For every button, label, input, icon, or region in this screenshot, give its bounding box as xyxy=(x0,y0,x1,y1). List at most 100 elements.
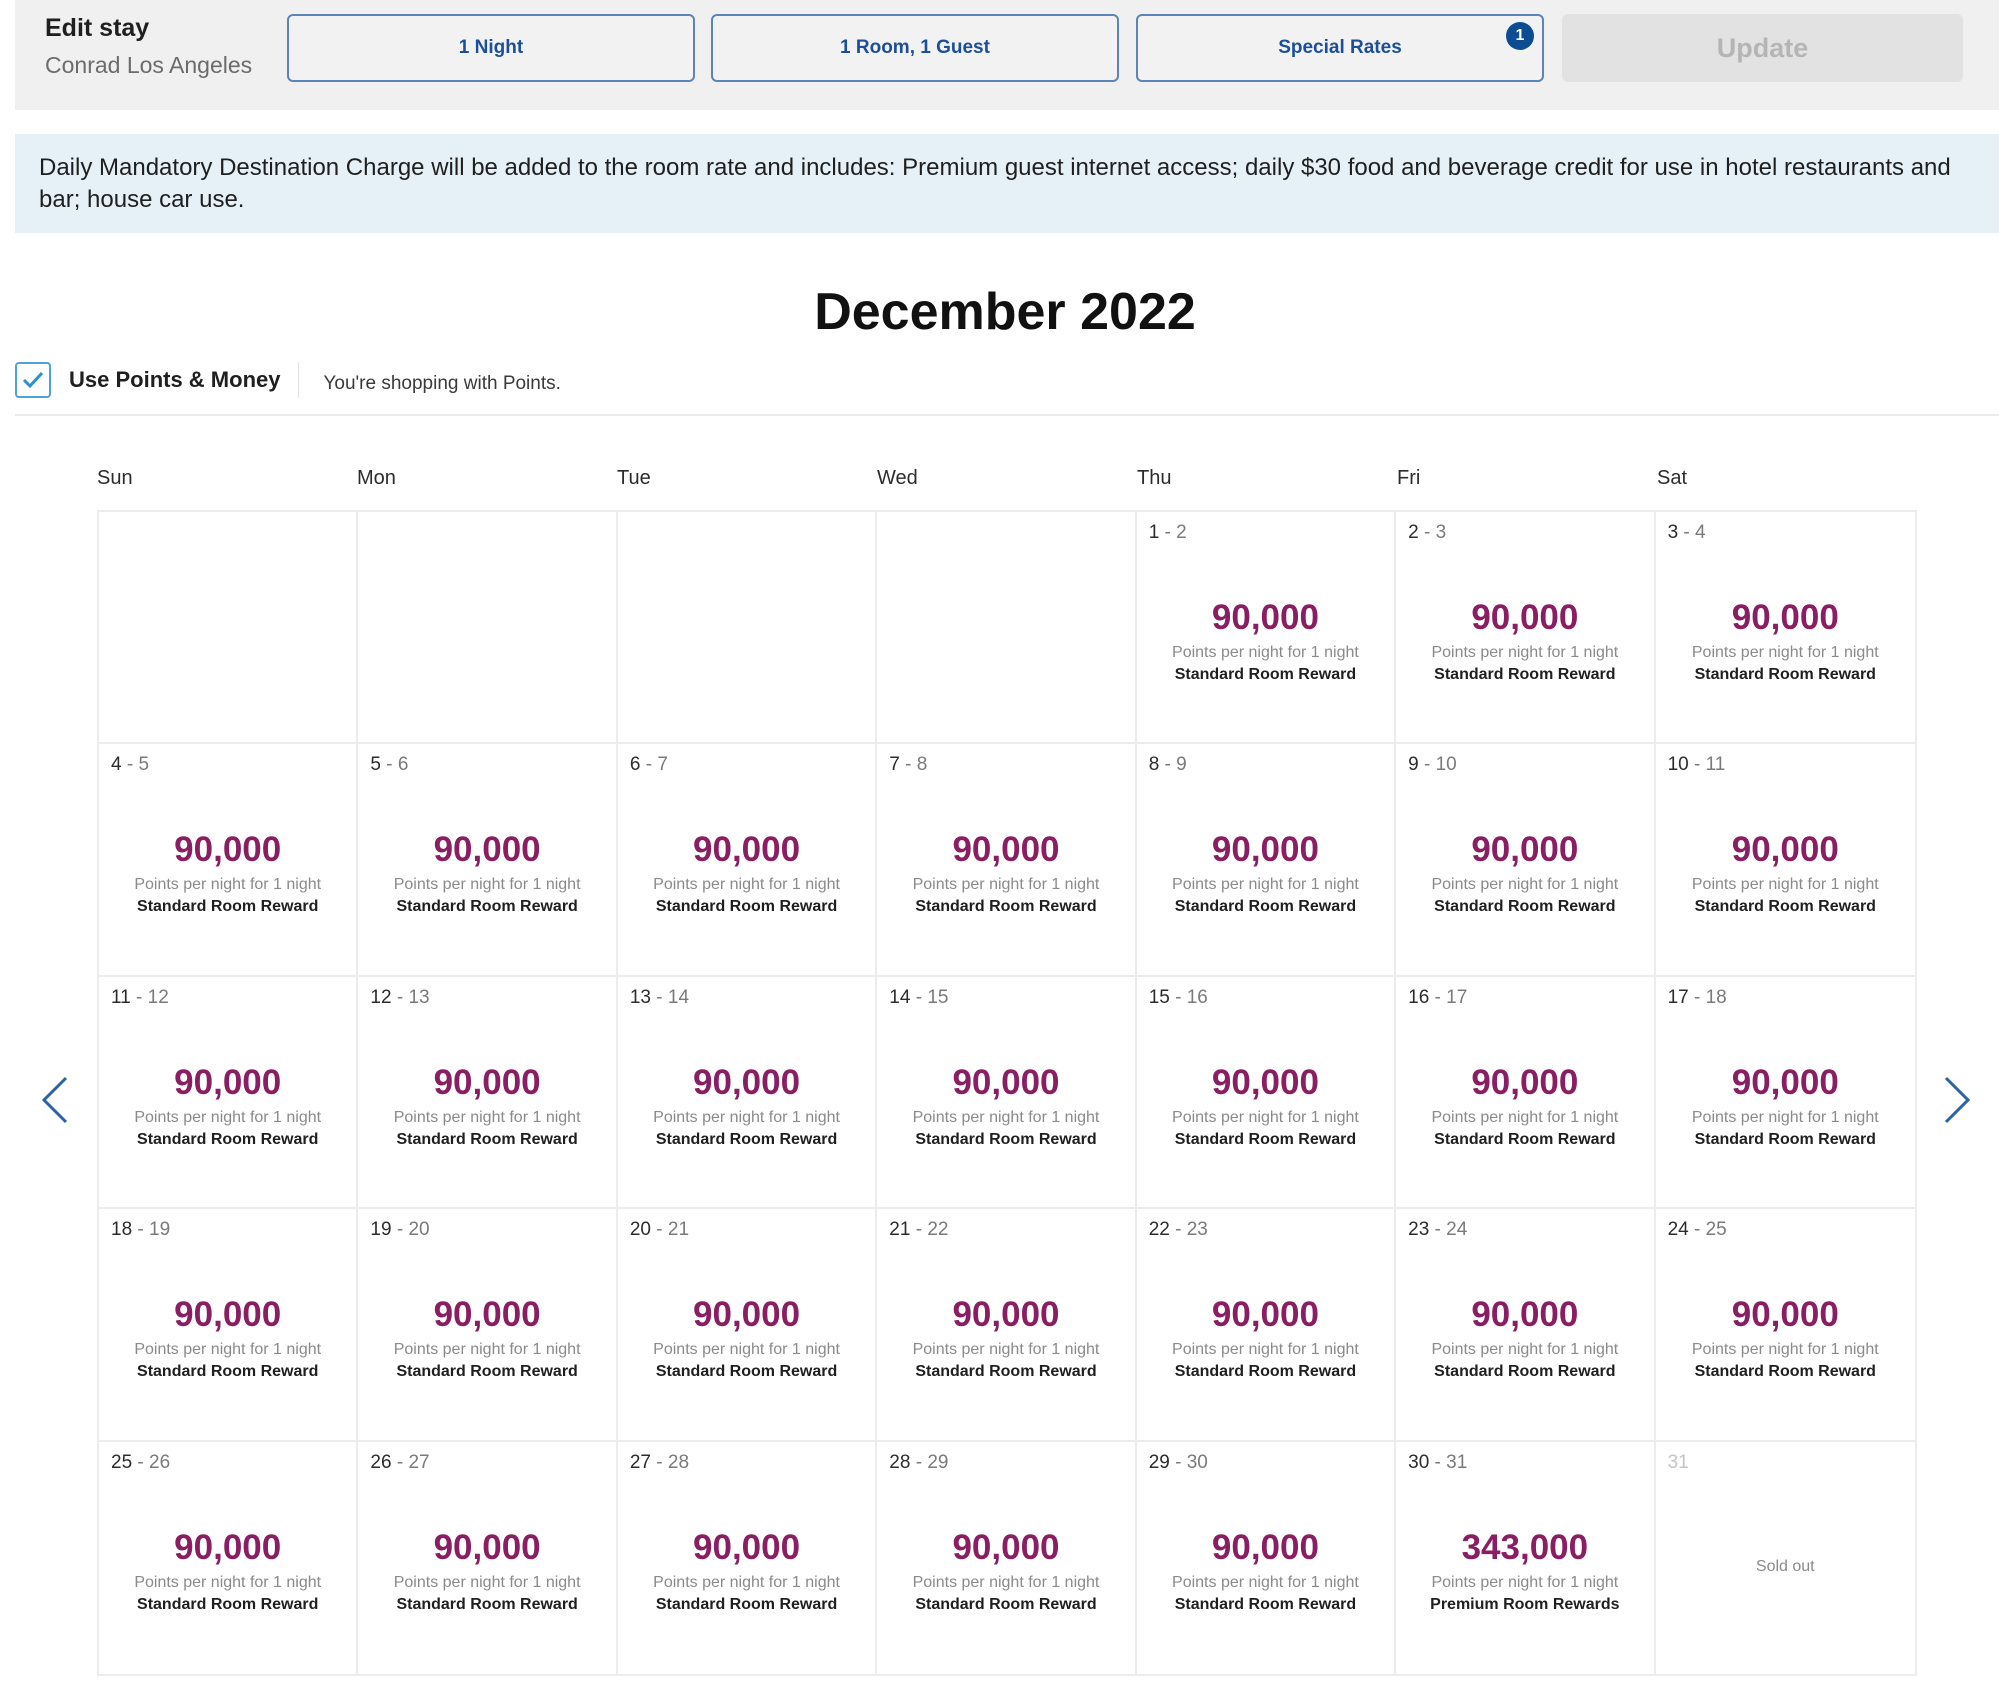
rooms-guests-label: 1 Room, 1 Guest xyxy=(840,37,990,58)
date-from: 13 xyxy=(629,986,651,1008)
previous-month-button[interactable] xyxy=(36,1070,76,1130)
calendar-cell[interactable]: 2 - 3 90,000 Points per night for 1 night S… xyxy=(1396,512,1656,745)
date-range: 19 - 20 xyxy=(370,1219,429,1241)
calendar-cell[interactable]: 12 - 13 90,000 Points per night for 1 nigh… xyxy=(358,976,618,1210)
calendar-cell[interactable]: 6 - 7 90,000 Points per night for 1 night S… xyxy=(617,744,878,977)
calendar-cell[interactable]: 4 - 5 90,000 Points per night for 1 night S… xyxy=(99,744,359,977)
calendar-cell[interactable]: 18 - 19 90,000 Points per night for 1 nigh… xyxy=(99,1209,359,1442)
date-from: 14 xyxy=(889,986,911,1008)
date-to: 12 xyxy=(147,986,169,1008)
date-to: 10 xyxy=(1435,754,1457,776)
date-separator: - xyxy=(391,1451,409,1473)
calendar-cell[interactable]: 23 - 24 90,000 Points per night for 1 nigh… xyxy=(1396,1209,1656,1442)
calendar-cell[interactable]: 21 - 22 90,000 Points per night for 1 nigh… xyxy=(877,1209,1137,1442)
update-button[interactable]: Update xyxy=(1562,14,1963,82)
calendar-cell[interactable]: 15 - 16 90,000 Points per night for 1 nigh… xyxy=(1136,976,1397,1210)
rate-info: 343,000 Points per night for 1 night Premi… xyxy=(1396,1528,1653,1614)
calendar-cell[interactable]: 27 - 28 90,000 Points per night for 1 nigh… xyxy=(617,1441,878,1674)
date-from: 20 xyxy=(629,1219,651,1241)
rate-info: 90,000 Points per night for 1 night Standa… xyxy=(1137,830,1394,916)
rate-info: 90,000 Points per night for 1 night Standa… xyxy=(1137,1528,1394,1614)
rate-info: 90,000 Points per night for 1 night Standa… xyxy=(358,1295,615,1381)
date-from: 29 xyxy=(1148,1451,1170,1473)
room-type: Standard Room Reward xyxy=(1174,666,1357,683)
date-separator: - xyxy=(650,986,668,1008)
room-type: Standard Room Reward xyxy=(396,898,578,916)
date-from: 12 xyxy=(370,986,392,1008)
calendar-cell[interactable]: 24 - 25 90,000 Points per night for 1 nigh… xyxy=(1655,1209,1915,1442)
calendar-cell[interactable]: 3 - 4 90,000 Points per night for 1 night S… xyxy=(1655,512,1915,745)
rooms-guests-button[interactable]: 1 Room, 1 Guest xyxy=(711,14,1119,82)
chevron-left-icon xyxy=(41,1076,68,1124)
calendar-cell[interactable]: 25 - 26 90,000 Points per night for 1 nigh… xyxy=(99,1441,359,1674)
rate-info: 90,000 Points per night for 1 night Standa… xyxy=(358,1063,615,1149)
date-range: 21 - 22 xyxy=(889,1219,948,1241)
points-price: 90,000 xyxy=(1471,1295,1579,1335)
next-month-button[interactable] xyxy=(1936,1070,1976,1130)
date-range: 30 - 31 xyxy=(1408,1452,1467,1474)
calendar-cell[interactable]: 30 - 31 343,000 Points per night for 1 nig… xyxy=(1396,1441,1656,1674)
calendar-cell[interactable]: 26 - 27 90,000 Points per night for 1 nigh… xyxy=(358,1441,618,1674)
rate-info: 90,000 Points per night for 1 night Standa… xyxy=(1396,1295,1653,1381)
calendar-cell[interactable]: 9 - 10 90,000 Points per night for 1 night… xyxy=(1396,744,1656,977)
date-separator: - xyxy=(121,754,139,776)
points-price: 90,000 xyxy=(1471,1062,1579,1102)
calendar-cell[interactable]: 11 - 12 90,000 Points per night for 1 nigh… xyxy=(99,976,359,1210)
room-type: Standard Room Reward xyxy=(137,898,319,916)
points-note: Points per night for 1 night xyxy=(1172,1341,1359,1359)
date-from: 26 xyxy=(370,1451,392,1473)
calendar-cell[interactable]: 14 - 15 90,000 Points per night for 1 nigh… xyxy=(877,976,1137,1210)
calendar-cell[interactable]: 17 - 18 90,000 Points per night for 1 nigh… xyxy=(1655,976,1915,1210)
date-from: 10 xyxy=(1667,754,1689,776)
date-label: 31 xyxy=(1668,1452,1689,1474)
calendar-cell[interactable]: 7 - 8 90,000 Points per night for 1 night S… xyxy=(877,744,1137,977)
date-to: 22 xyxy=(927,1219,949,1241)
room-type: Standard Room Reward xyxy=(655,1363,838,1381)
rate-info: 90,000 Points per night for 1 night Standa… xyxy=(618,1063,875,1149)
date-to: 20 xyxy=(408,1219,430,1241)
date-from: 15 xyxy=(1148,986,1170,1008)
points-note: Points per night for 1 night xyxy=(393,1573,581,1591)
calendar-cell[interactable]: 13 - 14 90,000 Points per night for 1 nigh… xyxy=(617,976,878,1210)
calendar-cell[interactable]: 5 - 6 90,000 Points per night for 1 night S… xyxy=(358,744,618,977)
points-price: 90,000 xyxy=(433,1527,541,1567)
calendar-cell[interactable]: 28 - 29 90,000 Points per night for 1 nigh… xyxy=(877,1441,1137,1674)
date-from: 31 xyxy=(1667,1451,1689,1473)
calendar-cell[interactable]: 16 - 17 90,000 Points per night for 1 nigh… xyxy=(1396,976,1656,1210)
points-note: Points per night for 1 night xyxy=(1172,1573,1359,1591)
date-from: 27 xyxy=(629,1451,651,1473)
weekday-label: Fri xyxy=(1397,467,1421,489)
calendar-cell[interactable]: 8 - 9 90,000 Points per night for 1 night S… xyxy=(1136,744,1397,977)
weekday-label: Thu xyxy=(1137,467,1172,489)
date-range: 17 - 18 xyxy=(1668,987,1727,1009)
weekday-label: Mon xyxy=(357,467,396,489)
date-separator: - xyxy=(1688,754,1706,776)
calendar-cell[interactable]: 1 - 2 90,000 Points per night for 1 night S… xyxy=(1136,512,1397,745)
date-to: 13 xyxy=(408,986,430,1008)
calendar-cell[interactable]: 19 - 20 90,000 Points per night for 1 nigh… xyxy=(358,1209,618,1442)
rate-info: 90,000 Points per night for 1 night Standa… xyxy=(99,1063,356,1149)
date-to: 18 xyxy=(1705,986,1727,1008)
date-to: 8 xyxy=(916,754,928,776)
date-from: 3 xyxy=(1667,522,1679,543)
nights-button[interactable]: 1 Night xyxy=(287,14,695,82)
calendar-cell[interactable]: 20 - 21 90,000 Points per night for 1 nigh… xyxy=(617,1209,878,1442)
rate-info: 90,000 Points per night for 1 night Standa… xyxy=(618,1528,875,1614)
calendar-cell[interactable]: 22 - 23 90,000 Points per night for 1 nigh… xyxy=(1136,1209,1397,1442)
calendar-cell[interactable]: 10 - 11 90,000 Points per night for 1 nigh… xyxy=(1655,744,1915,977)
date-separator: - xyxy=(1169,1219,1187,1241)
points-price: 90,000 xyxy=(1211,1062,1319,1102)
date-separator: - xyxy=(899,754,917,776)
room-type: Standard Room Reward xyxy=(396,1363,578,1381)
date-separator: - xyxy=(1169,1451,1187,1473)
use-points-money-checkbox[interactable] xyxy=(15,362,51,398)
special-rates-button[interactable]: Special Rates 1 xyxy=(1136,14,1544,82)
date-to: 6 xyxy=(397,754,409,776)
sold-out-label: Sold out xyxy=(1755,1557,1815,1575)
calendar-cell[interactable]: 29 - 30 90,000 Points per night for 1 nigh… xyxy=(1136,1441,1397,1674)
date-range: 26 - 27 xyxy=(370,1452,429,1474)
date-range: 12 - 13 xyxy=(370,987,429,1009)
room-type: Standard Room Reward xyxy=(1694,1130,1876,1148)
points-price: 90,000 xyxy=(1211,1295,1319,1335)
room-type: Standard Room Reward xyxy=(1174,898,1357,916)
